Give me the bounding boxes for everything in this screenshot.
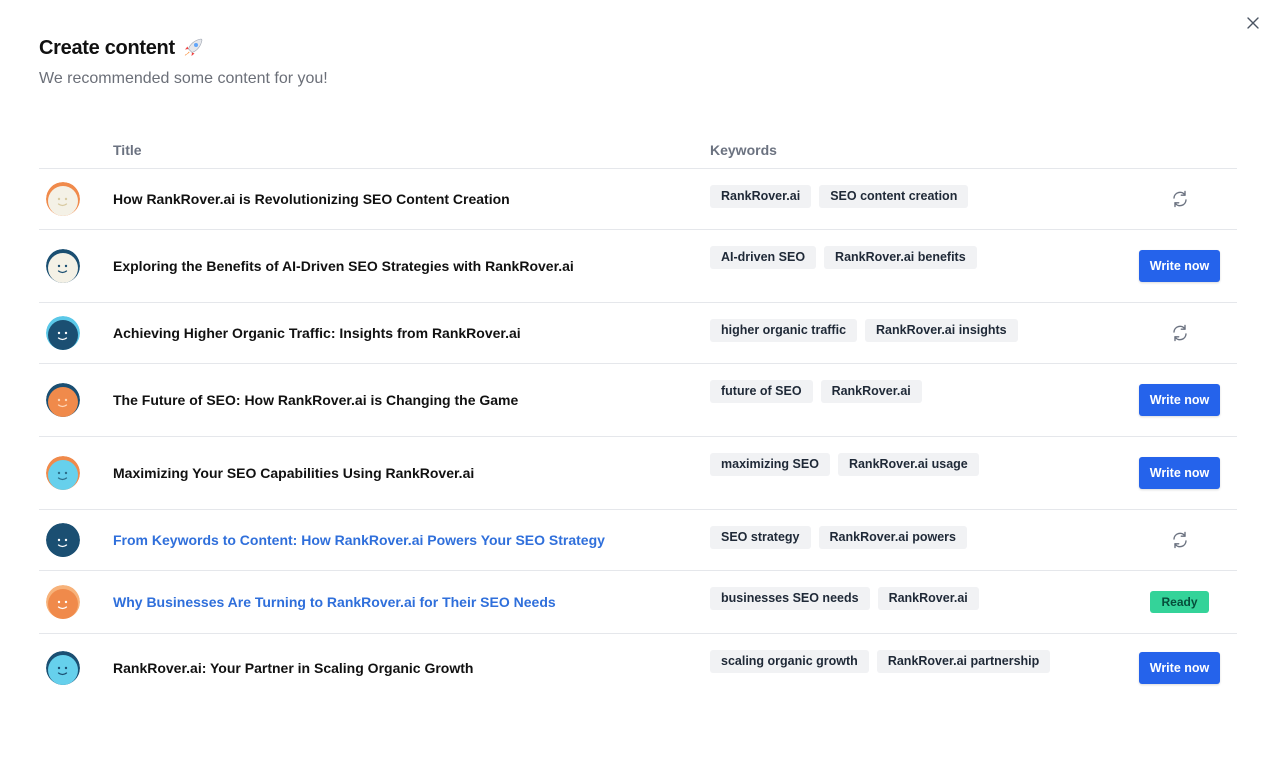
row-action: Write now — [1139, 456, 1220, 489]
avatar — [46, 181, 80, 216]
column-header-keywords: Keywords — [710, 142, 777, 158]
keyword-chip: maximizing SEO — [710, 453, 830, 476]
table-header: Title Keywords — [39, 138, 1237, 169]
avatar — [46, 455, 80, 490]
row-action — [1170, 189, 1190, 209]
table-row: How RankRover.ai is Revolutionizing SEO … — [39, 169, 1237, 230]
keyword-chip: businesses SEO needs — [710, 587, 870, 610]
table-row: Why Businesses Are Turning to RankRover.… — [39, 571, 1237, 634]
row-action — [1170, 530, 1190, 550]
modal-header: Create content We recommended some conte… — [39, 36, 328, 88]
keyword-list: SEO strategy RankRover.ai powers — [710, 526, 967, 549]
table-row: From Keywords to Content: How RankRover.… — [39, 510, 1237, 571]
row-title: Achieving Higher Organic Traffic: Insigh… — [113, 324, 521, 341]
column-header-title: Title — [113, 142, 142, 158]
keyword-chip: RankRover.ai insights — [865, 319, 1018, 342]
row-title: RankRover.ai: Your Partner in Scaling Or… — [113, 660, 474, 676]
table-row: Maximizing Your SEO Capabilities Using R… — [39, 437, 1237, 510]
avatar — [46, 248, 80, 283]
keyword-chip: RankRover.ai usage — [837, 453, 979, 476]
row-action: Write now — [1139, 652, 1220, 684]
write-now-button[interactable]: Write now — [1139, 652, 1220, 684]
table-body: How RankRover.ai is Revolutionizing SEO … — [39, 169, 1237, 704]
keyword-chip: RankRover.ai — [710, 185, 812, 208]
row-title[interactable]: From Keywords to Content: How RankRover.… — [113, 532, 605, 548]
keyword-list: higher organic traffic RankRover.ai insig… — [710, 319, 1018, 342]
ready-badge: Ready — [1150, 590, 1209, 613]
write-now-button[interactable]: Write now — [1139, 249, 1220, 282]
row-action: Write now — [1139, 249, 1220, 282]
keyword-chip: SEO content creation — [819, 185, 969, 208]
table-row: RankRover.ai: Your Partner in Scaling Or… — [39, 634, 1237, 704]
keyword-chip: RankRover.ai benefits — [824, 246, 977, 269]
close-icon — [1247, 17, 1259, 29]
write-now-button[interactable]: Write now — [1139, 383, 1220, 416]
page-subtitle: We recommended some content for you! — [39, 70, 328, 87]
keyword-chip: future of SEO — [710, 380, 813, 403]
keyword-list: future of SEO RankRover.ai — [710, 380, 922, 403]
rocket-icon — [184, 38, 203, 56]
table-row: Exploring the Benefits of AI-Driven SEO … — [39, 230, 1237, 303]
keyword-chip: SEO strategy — [710, 526, 811, 549]
row-title: The Future of SEO: How RankRover.ai is C… — [113, 391, 519, 408]
keyword-list: AI-driven SEO RankRover.ai benefits — [710, 246, 977, 269]
keyword-list: maximizing SEO RankRover.ai usage — [710, 453, 979, 476]
row-action: Ready — [1150, 590, 1209, 613]
table-row: The Future of SEO: How RankRover.ai is C… — [39, 364, 1237, 437]
keyword-chip: AI-driven SEO — [710, 246, 817, 269]
row-title: How RankRover.ai is Revolutionizing SEO … — [113, 190, 510, 207]
keyword-chip: higher organic traffic — [710, 319, 858, 342]
row-title: Exploring the Benefits of AI-Driven SEO … — [113, 257, 574, 274]
table-row: Achieving Higher Organic Traffic: Insigh… — [39, 303, 1237, 364]
row-action: Write now — [1139, 383, 1220, 416]
keyword-list: RankRover.ai SEO content creation — [710, 185, 969, 208]
write-now-button[interactable]: Write now — [1139, 456, 1220, 489]
row-action — [1170, 323, 1190, 343]
keyword-list: scaling organic growth RankRover.ai partn… — [710, 650, 1051, 673]
avatar — [46, 584, 80, 619]
keyword-chip: RankRover.ai powers — [818, 526, 967, 549]
content-table: Title Keywords How RankRover.ai is Revol… — [39, 138, 1237, 704]
keyword-chip: RankRover.ai — [877, 587, 979, 610]
keyword-chip: RankRover.ai — [820, 380, 922, 403]
row-title[interactable]: Why Businesses Are Turning to RankRover.… — [113, 594, 556, 610]
avatar — [46, 382, 80, 417]
keyword-chip: scaling organic growth — [710, 650, 869, 673]
avatar — [46, 315, 80, 350]
refresh-icon[interactable] — [1170, 530, 1190, 550]
keyword-list: businesses SEO needs RankRover.ai — [710, 587, 979, 610]
avatar — [46, 651, 80, 685]
avatar — [46, 522, 80, 557]
row-title: Maximizing Your SEO Capabilities Using R… — [113, 464, 475, 481]
close-button[interactable] — [1244, 14, 1262, 32]
keyword-chip: RankRover.ai partnership — [876, 650, 1051, 673]
refresh-icon[interactable] — [1170, 323, 1190, 343]
page-title: Create content — [39, 36, 175, 59]
refresh-icon[interactable] — [1170, 189, 1190, 209]
